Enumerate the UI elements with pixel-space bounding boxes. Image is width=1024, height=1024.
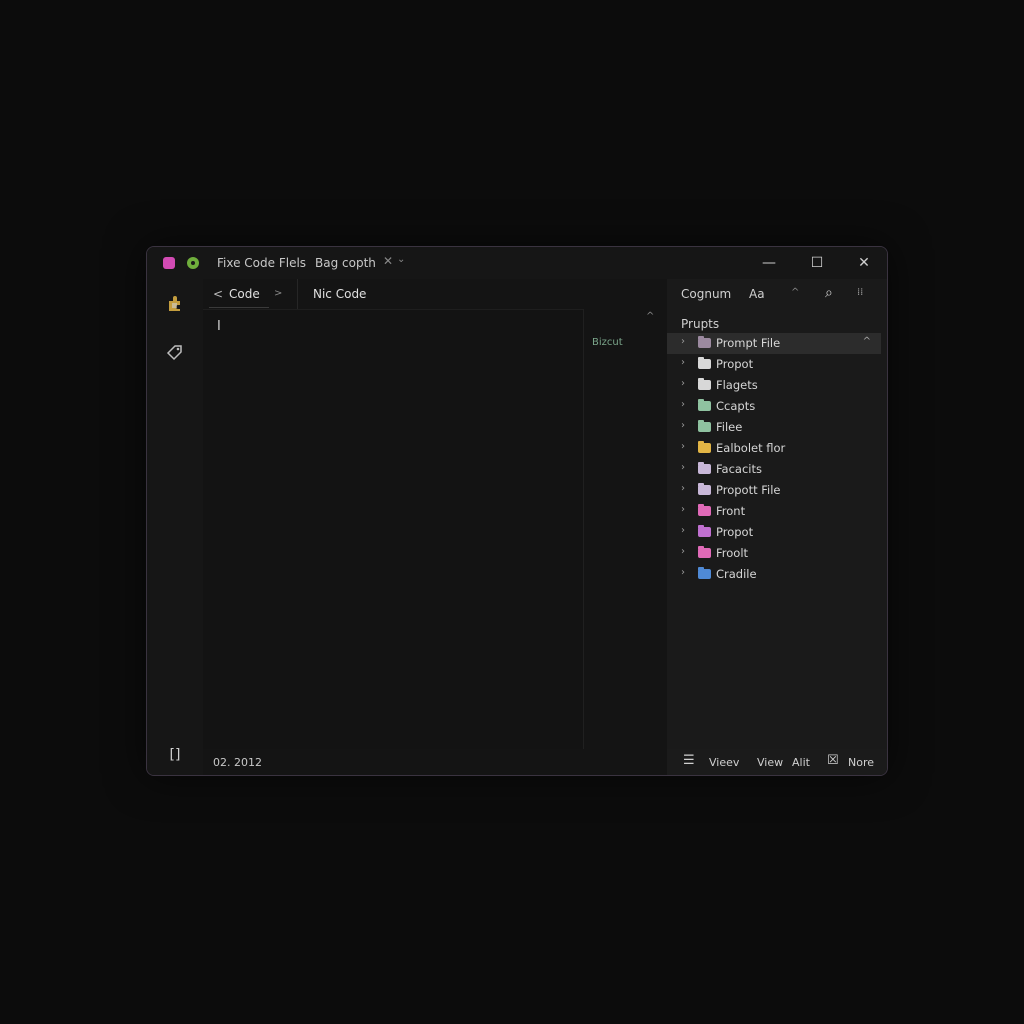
collapse-icon[interactable]: ^ [791, 287, 799, 298]
window-title: Fixe Code Flels [217, 256, 307, 270]
title-bar: Fixe Code Flels Bag copth ✕ ⌄ — ☐ ✕ [147, 247, 887, 279]
tree-item[interactable]: › Filee [667, 417, 881, 438]
chevron-right-icon[interactable]: › [681, 399, 685, 410]
minimap-label: Bizcut [592, 337, 623, 348]
tab-forward-icon[interactable]: > [274, 279, 282, 309]
status-bar: 02. 2012 [203, 749, 667, 775]
activity-bar: [] [147, 279, 203, 775]
editor-area[interactable] [203, 279, 583, 749]
collapse-icon[interactable]: ^ [863, 336, 871, 347]
tree-item-label: Filee [716, 420, 743, 434]
tree-item[interactable]: › Prompt File ^ [667, 333, 881, 354]
box-icon[interactable]: ☒ [827, 753, 839, 768]
tree-item[interactable]: › Propot [667, 522, 881, 543]
tree-item-label: Facacits [716, 462, 762, 476]
tree-item-label: Front [716, 504, 746, 518]
editor-tabs: < Code > Nic Code [203, 279, 667, 310]
panel-footer: ☰ Vieev View Alit ☒ Nore [667, 749, 887, 775]
chevron-right-icon[interactable]: › [681, 567, 685, 578]
tree-item-label: Propot [716, 525, 754, 539]
tree-item-label: Propot [716, 357, 754, 371]
tree-item[interactable]: › Propott File [667, 480, 881, 501]
more-icon[interactable]: ⁞⁞ [857, 287, 863, 298]
folder-icon [698, 420, 711, 432]
view-button-a[interactable]: Vieev [709, 756, 739, 769]
text-cursor: I [217, 319, 221, 334]
minimap[interactable]: ^ Bizcut [583, 309, 668, 749]
view-button-b[interactable]: View [757, 756, 783, 769]
folder-icon [698, 462, 711, 474]
tree-item-label: Froolt [716, 546, 749, 560]
tree-item-label: Prompt File [716, 336, 781, 350]
tree-item[interactable]: › Facacits [667, 459, 881, 480]
maximize-button[interactable]: ☐ [807, 253, 827, 273]
chevron-right-icon[interactable]: › [681, 378, 685, 389]
chevron-right-icon[interactable]: › [681, 441, 685, 452]
tree-item-label: Ealbolet flor [716, 441, 786, 455]
folder-icon [698, 441, 711, 453]
none-button[interactable]: Nore [848, 756, 874, 769]
chevron-down-icon[interactable]: ⌄ [397, 254, 405, 265]
search-icon[interactable]: ⌕ [825, 285, 833, 301]
tree-item-label: Cradile [716, 567, 757, 581]
minimize-button[interactable]: — [759, 253, 779, 273]
folder-icon [698, 399, 711, 411]
panel-title: Cognum [681, 287, 732, 301]
chevron-right-icon[interactable]: › [681, 546, 685, 557]
chevron-right-icon[interactable]: › [681, 504, 685, 515]
tree-item[interactable]: › Cradile [667, 564, 881, 585]
scroll-up-icon[interactable]: ^ [646, 311, 654, 322]
folder-icon [698, 336, 711, 348]
tree-item-label: Ccapts [716, 399, 756, 413]
case-toggle-icon[interactable]: Aa [749, 287, 765, 301]
app-logo-icon [163, 257, 175, 269]
folder-icon [698, 504, 711, 516]
folder-icon [698, 567, 711, 579]
tree-item[interactable]: › Front [667, 501, 881, 522]
section-title: Prupts [681, 317, 720, 331]
chevron-right-icon[interactable]: › [681, 483, 685, 494]
folder-icon [698, 378, 711, 390]
close-tab-icon[interactable]: ✕ [383, 254, 393, 268]
folder-icon [698, 546, 711, 558]
puzzle-icon[interactable] [165, 293, 185, 313]
close-window-button[interactable]: ✕ [854, 253, 874, 273]
tab-title[interactable]: Bag copth [315, 256, 376, 270]
chevron-right-icon[interactable]: › [681, 420, 685, 431]
panel-header: Cognum Aa ^ ⌕ ⁞⁞ [667, 279, 887, 309]
tab-code[interactable]: Code [229, 279, 260, 309]
tag-icon[interactable] [165, 343, 185, 363]
menu-icon[interactable]: ☰ [683, 753, 695, 768]
folder-icon [698, 357, 711, 369]
tree-item[interactable]: › Propot [667, 354, 881, 375]
editor-window: Fixe Code Flels Bag copth ✕ ⌄ — ☐ ✕ [] <… [146, 246, 888, 776]
alt-button[interactable]: Alit [792, 756, 810, 769]
tree-item[interactable]: › Flagets [667, 375, 881, 396]
status-date: 02. 2012 [213, 756, 262, 769]
tree-item-label: Propott File [716, 483, 781, 497]
tree-item[interactable]: › Froolt [667, 543, 881, 564]
extension-status-icon[interactable] [187, 257, 199, 269]
active-tab-indicator [209, 307, 269, 308]
chevron-right-icon[interactable]: › [681, 525, 685, 536]
chevron-right-icon[interactable]: › [681, 357, 685, 368]
brackets-icon[interactable]: [] [165, 745, 185, 765]
tab-nic-code[interactable]: Nic Code [313, 279, 366, 309]
chevron-right-icon[interactable]: › [681, 336, 685, 347]
tree-item[interactable]: › Ccapts [667, 396, 881, 417]
tab-divider [297, 279, 298, 309]
chevron-right-icon[interactable]: › [681, 462, 685, 473]
folder-icon [698, 525, 711, 537]
tree-item[interactable]: › Ealbolet flor [667, 438, 881, 459]
tab-back-icon[interactable]: < [213, 279, 223, 309]
folder-icon [698, 483, 711, 495]
explorer-panel: Cognum Aa ^ ⌕ ⁞⁞ Prupts › Prompt File ^ › Pr… [667, 279, 887, 749]
tree-item-label: Flagets [716, 378, 758, 392]
